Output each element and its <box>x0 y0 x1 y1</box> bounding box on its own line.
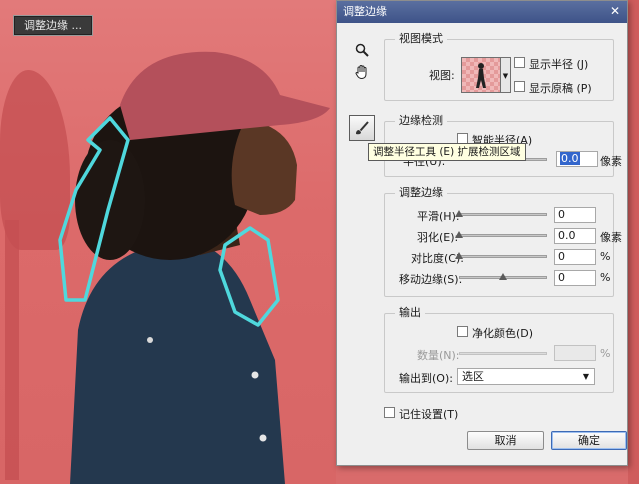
radius-unit: 像素 <box>600 155 622 168</box>
hand-icon <box>355 64 367 80</box>
contrast-slider-thumb[interactable] <box>455 252 463 259</box>
close-button[interactable]: ✕ <box>607 4 623 19</box>
amount-input <box>554 345 596 361</box>
amount-unit: % <box>600 347 611 360</box>
smooth-slider[interactable] <box>459 213 547 216</box>
tool-column <box>351 39 377 83</box>
feather-slider[interactable] <box>459 234 547 237</box>
view-mode-thumbnail[interactable] <box>461 57 501 93</box>
feather-input[interactable]: 0.0 <box>554 228 596 244</box>
chevron-down-icon: ▼ <box>582 372 589 381</box>
show-radius-label: 显示半径 (J) <box>529 58 589 71</box>
remember-settings-label: 记住设置(T) <box>399 408 459 421</box>
output-to-value: 选区 <box>462 370 484 383</box>
feather-unit: 像素 <box>600 231 622 244</box>
zoom-tool[interactable] <box>351 39 373 61</box>
refine-edge-dialog: 调整边缘 ✕ 视图模式 视图: ▼ 显示半径 (J) 显示原稿 (P) 边缘检测… <box>336 0 628 466</box>
view-mode-title: 视图模式 <box>395 32 447 46</box>
amount-slider <box>459 352 547 355</box>
output-to-label: 输出到(O): <box>399 372 453 385</box>
dialog-titlebar[interactable]: 调整边缘 ✕ <box>337 1 627 23</box>
hand-tool[interactable] <box>351 61 373 83</box>
dialog-title: 调整边缘 <box>343 5 387 18</box>
shift-edge-label: 移动边缘(S): <box>399 273 463 286</box>
radius-value: 0.0 <box>560 152 580 165</box>
ok-button[interactable]: 确定 <box>551 431 627 450</box>
contrast-unit: % <box>600 250 611 263</box>
image-canvas[interactable]: 调整边缘 ... <box>0 0 336 484</box>
output-to-select[interactable]: 选区 ▼ <box>457 368 595 385</box>
remember-settings-checkbox[interactable] <box>384 407 395 418</box>
refine-radius-tooltip: 调整半径工具 (E) 扩展检测区域 <box>368 143 526 161</box>
decontaminate-checkbox[interactable] <box>457 326 468 337</box>
amount-label: 数量(N): <box>417 349 460 362</box>
zoom-icon <box>355 43 369 57</box>
refine-radius-tool[interactable] <box>349 115 375 141</box>
shirt-button <box>147 337 153 343</box>
feather-slider-thumb[interactable] <box>455 231 463 238</box>
radius-input[interactable]: 0.0 <box>556 151 598 167</box>
cap-shape <box>120 51 330 141</box>
feather-label: 羽化(E): <box>417 231 459 244</box>
contrast-input[interactable]: 0 <box>554 249 596 265</box>
smooth-input[interactable]: 0 <box>554 207 596 223</box>
shift-edge-slider-thumb[interactable] <box>499 273 507 280</box>
show-original-checkbox[interactable] <box>514 81 525 92</box>
cancel-button[interactable]: 取消 <box>467 431 544 450</box>
shirt-shape <box>70 240 285 484</box>
refine-edge-button[interactable]: 调整边缘 ... <box>13 15 93 36</box>
shirt-button <box>251 371 259 379</box>
output-title: 输出 <box>395 306 425 320</box>
show-radius-checkbox[interactable] <box>514 57 525 68</box>
decontaminate-label: 净化颜色(D) <box>472 327 534 340</box>
contrast-slider[interactable] <box>459 255 547 258</box>
person-silhouette-icon <box>476 63 486 88</box>
canvas-edge-strip <box>628 0 639 484</box>
photo-subject <box>58 51 330 484</box>
brush-icon <box>356 121 369 135</box>
face-shape <box>231 120 297 215</box>
shift-edge-unit: % <box>600 271 611 284</box>
adjust-edge-title: 调整边缘 <box>395 186 447 200</box>
shift-edge-input[interactable]: 0 <box>554 270 596 286</box>
view-label: 视图: <box>429 69 455 82</box>
view-mode-dropdown[interactable]: ▼ <box>501 57 511 93</box>
show-original-label: 显示原稿 (P) <box>529 82 592 95</box>
shirt-button <box>259 434 267 442</box>
edge-detection-title: 边缘检测 <box>395 114 447 128</box>
smooth-slider-thumb[interactable] <box>455 210 463 217</box>
smooth-label: 平滑(H): <box>417 210 460 223</box>
